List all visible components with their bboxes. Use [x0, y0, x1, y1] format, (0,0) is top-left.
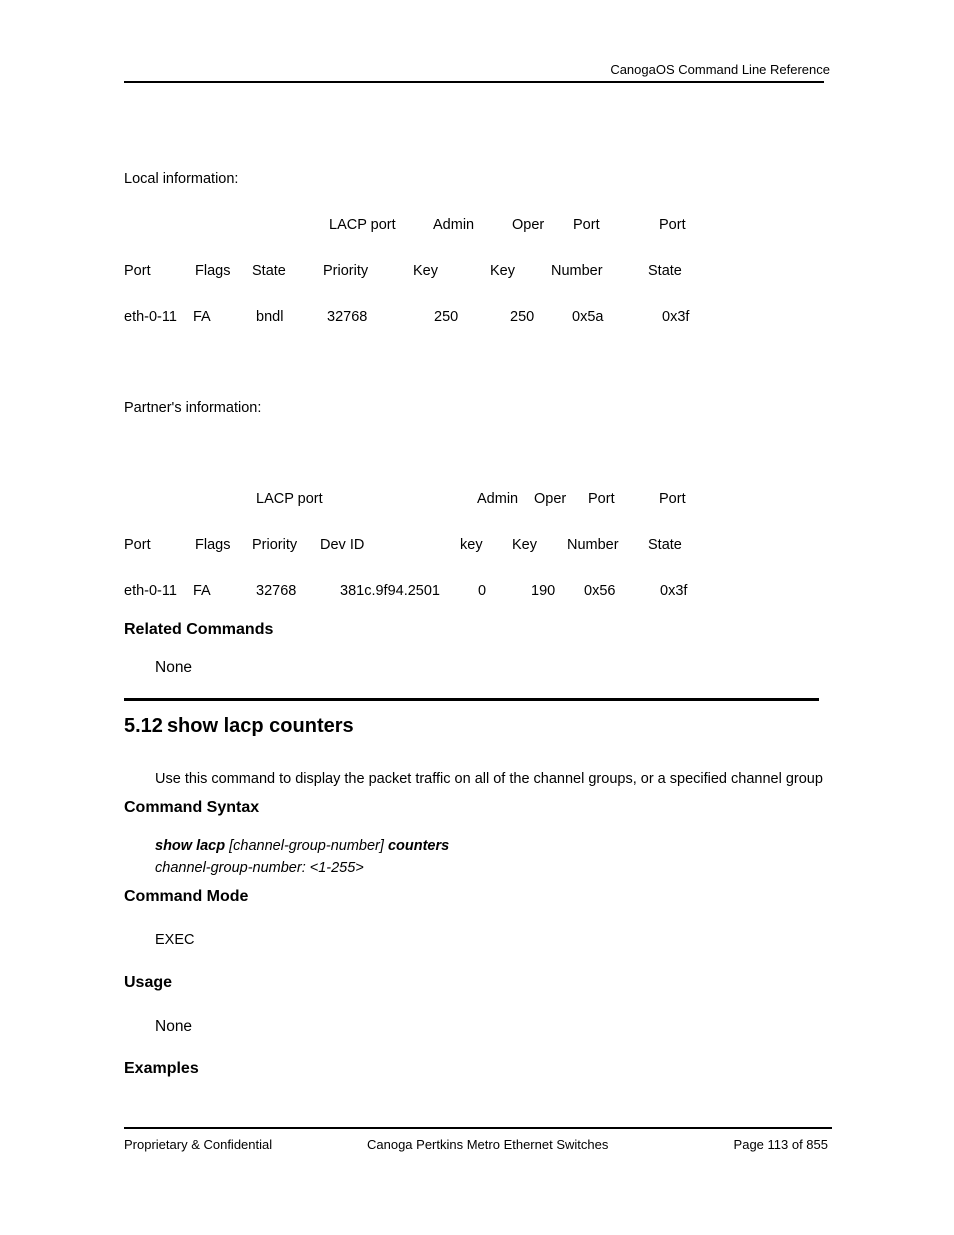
table-cell: FA — [193, 583, 211, 599]
syntax-command: show lacp — [155, 838, 226, 854]
partner-col-header: Dev ID — [320, 537, 365, 553]
table-cell: 0 — [478, 583, 487, 599]
local-col-header: Oper — [512, 217, 545, 233]
table-cell: 190 — [531, 583, 556, 599]
partner-col-header: LACP port — [256, 491, 323, 507]
command-syntax-heading: Command Syntax — [124, 799, 260, 816]
partner-col-header: Admin — [477, 491, 519, 507]
table-cell: 32768 — [256, 583, 297, 599]
local-col-header: LACP port — [329, 217, 396, 233]
related-commands-heading: Related Commands — [124, 621, 274, 638]
usage-text: None — [155, 1018, 193, 1035]
local-col-header: Admin — [433, 217, 475, 233]
partner-col-header: Port — [588, 491, 615, 507]
footer-rule — [124, 1127, 832, 1129]
running-header-title: CanogaOS Command Line Reference — [610, 62, 830, 77]
local-col-header: Key — [490, 263, 515, 279]
command-mode-heading: Command Mode — [124, 888, 249, 905]
table-cell: eth-0-11 — [124, 583, 177, 599]
partner-col-header: Flags — [195, 537, 231, 553]
partner-col-header: State — [648, 537, 682, 553]
syntax-parameter: channel-group-number: <1-255> — [155, 860, 364, 876]
local-col-header: Port — [659, 217, 686, 233]
partner-col-header: Oper — [534, 491, 567, 507]
local-col-header: Priority — [323, 263, 369, 279]
partner-col-header: key — [460, 537, 483, 553]
section-heading: 5.12 show lacp counters — [124, 715, 354, 738]
table-cell: 381c.9f94.2501 — [340, 583, 440, 599]
partner-info-label: Partner's information: — [124, 400, 262, 416]
related-commands-text: None — [155, 659, 193, 676]
table-cell: bndl — [256, 309, 284, 325]
header-rule — [124, 81, 824, 83]
command-mode-text: EXEC — [155, 932, 195, 948]
table-cell: 250 — [510, 309, 535, 325]
partner-col-header: Port — [659, 491, 686, 507]
table-cell: eth-0-11 — [124, 309, 177, 325]
footer-left: Proprietary & Confidential — [124, 1137, 273, 1152]
local-info-label: Local information: — [124, 171, 239, 187]
partner-col-header: Priority — [252, 537, 298, 553]
table-cell: 0x3f — [660, 583, 688, 599]
partner-col-header: Number — [567, 537, 619, 553]
table-cell: FA — [193, 309, 211, 325]
local-col-header: Port — [573, 217, 600, 233]
local-col-header: State — [252, 263, 286, 279]
table-cell: 32768 — [327, 309, 368, 325]
usage-heading: Usage — [124, 974, 173, 991]
table-cell: 0x5a — [572, 309, 604, 325]
table-cell: 0x56 — [584, 583, 616, 599]
table-cell: 250 — [434, 309, 459, 325]
section-description: Use this command to display the packet t… — [155, 771, 823, 787]
section-rule — [124, 698, 819, 701]
syntax-command-suffix: counters — [387, 838, 450, 854]
partner-col-header: Key — [512, 537, 537, 553]
table-cell: 0x3f — [662, 309, 690, 325]
local-col-header: State — [648, 263, 682, 279]
partner-col-header: Port — [124, 537, 151, 553]
syntax-argument: [channel-group-number] — [229, 838, 384, 854]
footer-page-number: Page 113 of 855 — [733, 1137, 828, 1152]
local-col-header: Number — [551, 263, 603, 279]
section-title: show lacp counters — [166, 715, 354, 737]
section-number: 5.12 — [124, 715, 163, 737]
footer-center: Canoga Pertkins Metro Ethernet Switches — [367, 1137, 609, 1152]
local-col-header: Key — [413, 263, 438, 279]
local-col-header: Port — [124, 263, 151, 279]
command-syntax: show lacp [channel-group-number] counter… — [155, 838, 449, 854]
examples-heading: Examples — [124, 1060, 199, 1077]
local-col-header: Flags — [195, 263, 231, 279]
